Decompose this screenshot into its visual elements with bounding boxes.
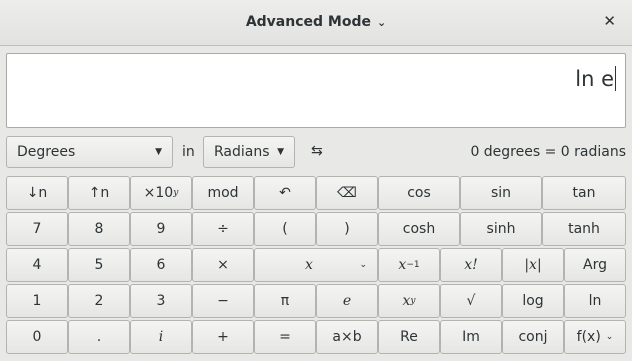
- digit-0-button[interactable]: 0: [6, 320, 68, 354]
- digit-6-button[interactable]: 6: [130, 248, 192, 282]
- tanh-button[interactable]: tanh: [542, 212, 626, 246]
- expression-display[interactable]: ln e: [6, 53, 626, 128]
- title-bar: Advanced Mode ⌄ ✕: [0, 0, 632, 46]
- multiply-button[interactable]: ×: [192, 248, 254, 282]
- digit-2-button[interactable]: 2: [68, 284, 130, 318]
- digit-8-button[interactable]: 8: [68, 212, 130, 246]
- expression-text: ln e: [575, 67, 614, 91]
- euler-button[interactable]: e: [316, 284, 378, 318]
- scientific-notation-button[interactable]: ×10 y: [130, 176, 192, 210]
- decimal-point-button[interactable]: .: [68, 320, 130, 354]
- digit-3-button[interactable]: 3: [130, 284, 192, 318]
- in-label: in: [182, 144, 195, 160]
- digit-9-button[interactable]: 9: [130, 212, 192, 246]
- left-paren-button[interactable]: (: [254, 212, 316, 246]
- right-paren-button[interactable]: ): [316, 212, 378, 246]
- digit-5-button[interactable]: 5: [68, 248, 130, 282]
- variable-select[interactable]: x ⌄: [254, 248, 378, 282]
- ln-button[interactable]: ln: [564, 284, 626, 318]
- text-caret: [615, 66, 616, 91]
- chevron-down-icon: ⌄: [359, 260, 367, 270]
- swap-units-button[interactable]: ⇆: [311, 143, 323, 159]
- add-button[interactable]: +: [192, 320, 254, 354]
- undo-icon: ↶: [279, 185, 291, 201]
- argument-button[interactable]: Arg: [564, 248, 626, 282]
- factorial-button[interactable]: x!: [440, 248, 502, 282]
- product-button[interactable]: a×b: [316, 320, 378, 354]
- shift-up-button[interactable]: ↑n: [68, 176, 130, 210]
- pi-button[interactable]: π: [254, 284, 316, 318]
- dropdown-arrow-icon: ▼: [155, 147, 162, 157]
- to-unit-label: Radians: [214, 144, 270, 160]
- digit-7-button[interactable]: 7: [6, 212, 68, 246]
- tan-button[interactable]: tan: [542, 176, 626, 210]
- sin-button[interactable]: sin: [460, 176, 542, 210]
- cos-button[interactable]: cos: [378, 176, 460, 210]
- function-label: f(x): [576, 329, 601, 345]
- inverse-button[interactable]: x −1: [378, 248, 440, 282]
- sinh-button[interactable]: sinh: [460, 212, 542, 246]
- chevron-down-icon: ⌄: [605, 332, 614, 342]
- from-unit-select[interactable]: Degrees ▼: [6, 136, 173, 168]
- to-unit-select[interactable]: Radians ▼: [203, 136, 295, 168]
- shift-down-button[interactable]: ↓n: [6, 176, 68, 210]
- real-part-button[interactable]: Re: [378, 320, 440, 354]
- modulus-button[interactable]: mod: [192, 176, 254, 210]
- backspace-button[interactable]: ⌫: [316, 176, 378, 210]
- backspace-icon: ⌫: [337, 185, 357, 201]
- log-button[interactable]: log: [502, 284, 564, 318]
- cosh-button[interactable]: cosh: [378, 212, 460, 246]
- undo-button[interactable]: ↶: [254, 176, 316, 210]
- conjugate-button[interactable]: conj: [502, 320, 564, 354]
- digit-1-button[interactable]: 1: [6, 284, 68, 318]
- close-button[interactable]: ✕: [603, 12, 616, 30]
- divide-button[interactable]: ÷: [192, 212, 254, 246]
- digit-4-button[interactable]: 4: [6, 248, 68, 282]
- function-menu-button[interactable]: f(x) ⌄: [564, 320, 626, 354]
- dropdown-arrow-icon: ▼: [277, 147, 284, 157]
- conversion-result: 0 degrees = 0 radians: [470, 144, 626, 160]
- variable-label: x: [305, 257, 313, 273]
- chevron-down-icon: ⌄: [376, 16, 387, 29]
- subtract-button[interactable]: −: [192, 284, 254, 318]
- imaginary-part-button[interactable]: Im: [440, 320, 502, 354]
- mode-menu-button[interactable]: Advanced Mode ⌄: [0, 14, 632, 30]
- power-button[interactable]: xy: [378, 284, 440, 318]
- imaginary-button[interactable]: i: [130, 320, 192, 354]
- square-root-button[interactable]: √: [440, 284, 502, 318]
- absolute-value-button[interactable]: |x|: [502, 248, 564, 282]
- window-title: Advanced Mode: [245, 14, 371, 30]
- equals-button[interactable]: =: [254, 320, 316, 354]
- from-unit-label: Degrees: [17, 144, 76, 160]
